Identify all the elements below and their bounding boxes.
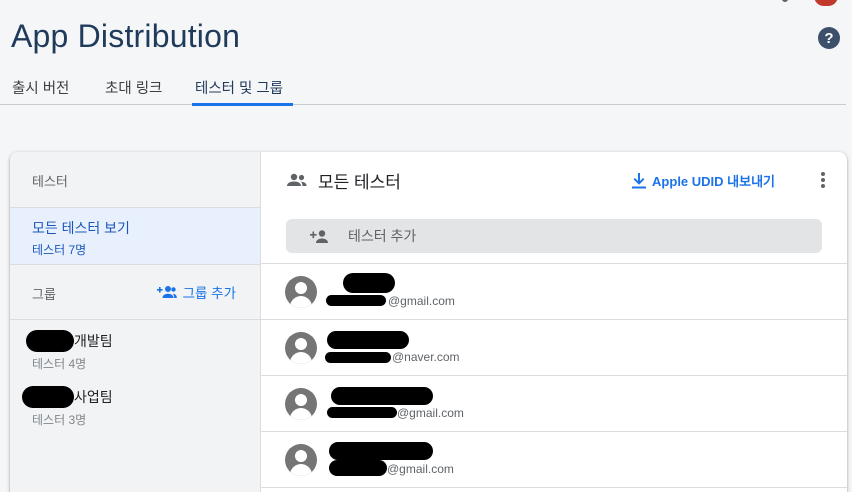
export-udid-label: Apple UDID 내보내기 xyxy=(652,174,775,189)
redaction-mark xyxy=(331,386,433,405)
groups-section-header: 그룹 그룹 추가 xyxy=(10,265,260,320)
tab-bar: 출시 버전 초대 링크 테스터 및 그룹 xyxy=(0,70,846,106)
redaction-mark xyxy=(22,386,74,408)
redaction-mark xyxy=(329,459,387,476)
account-circle-icon xyxy=(285,331,317,364)
top-bar-icon-fragment xyxy=(782,0,788,2)
add-tester-bar: 테스터 추가 xyxy=(261,208,847,264)
all-testers-label: 모든 테스터 보기 xyxy=(32,220,130,236)
redaction-mark xyxy=(327,406,397,418)
person-add-icon xyxy=(310,229,328,243)
redaction-mark xyxy=(329,441,433,460)
tab-invite-links[interactable]: 초대 링크 xyxy=(105,70,195,105)
profile-avatar[interactable] xyxy=(814,0,838,6)
add-tester-placeholder: 테스터 추가 xyxy=(348,228,417,244)
account-circle-icon xyxy=(285,443,317,476)
redaction-mark xyxy=(325,351,391,363)
add-group-label: 그룹 추가 xyxy=(182,286,236,301)
redaction-mark xyxy=(343,272,395,293)
download-icon xyxy=(632,172,647,188)
group-add-icon xyxy=(156,286,177,298)
testers-panel-header: 모든 테스터 Apple UDID 내보내기 xyxy=(261,152,847,208)
all-testers-count: 테스터 7명 xyxy=(32,243,87,257)
group-name: 사업팀 xyxy=(22,386,260,408)
groups-header-label: 그룹 xyxy=(32,287,56,302)
tester-email: @gmail.com xyxy=(387,461,454,476)
tab-testers-groups[interactable]: 테스터 및 그룹 xyxy=(192,70,293,106)
page-title: App Distribution xyxy=(11,18,241,54)
more-vert-icon[interactable] xyxy=(821,172,825,188)
groups-sidebar: 테스터 모든 테스터 보기 테스터 7명 그룹 그룹 추가 개발팀 테스터 4명… xyxy=(10,152,261,492)
account-circle-icon xyxy=(285,275,317,308)
tester-row[interactable]: @gmail.com xyxy=(261,264,847,320)
tester-email: @gmail.com xyxy=(388,293,455,308)
tester-row[interactable]: @naver.com xyxy=(261,320,847,376)
help-icon[interactable]: ? xyxy=(818,27,840,49)
group-name-suffix: 사업팀 xyxy=(74,389,113,405)
group-count: 테스터 4명 xyxy=(32,357,87,371)
tester-row[interactable]: @gmail.com xyxy=(261,432,847,488)
add-tester-input[interactable]: 테스터 추가 xyxy=(286,219,822,253)
account-circle-icon xyxy=(285,387,317,420)
tester-info: @gmail.com xyxy=(323,384,523,424)
tester-info: @gmail.com xyxy=(323,272,523,312)
testers-card: 테스터 모든 테스터 보기 테스터 7명 그룹 그룹 추가 개발팀 테스터 4명… xyxy=(10,152,847,492)
group-icon xyxy=(287,173,307,186)
group-name: 개발팀 xyxy=(26,330,260,352)
group-count: 테스터 3명 xyxy=(32,413,87,427)
tester-info: @gmail.com xyxy=(323,440,523,480)
testers-panel-title: 모든 테스터 xyxy=(318,172,401,192)
all-testers-item[interactable]: 모든 테스터 보기 테스터 7명 xyxy=(10,208,260,265)
tester-info: @naver.com xyxy=(323,328,523,368)
testers-panel: 모든 테스터 Apple UDID 내보내기 테스터 추가 @gmail.com… xyxy=(261,152,847,492)
tester-email: @gmail.com xyxy=(397,405,464,420)
tester-email: @naver.com xyxy=(392,349,460,364)
group-name-suffix: 개발팀 xyxy=(74,333,113,349)
tester-row[interactable]: @gmail.com xyxy=(261,376,847,432)
redaction-mark xyxy=(326,294,386,306)
tab-releases[interactable]: 출시 버전 xyxy=(12,70,105,105)
redaction-mark xyxy=(26,330,74,352)
add-group-button[interactable]: 그룹 추가 xyxy=(155,282,236,302)
group-item[interactable]: 개발팀 테스터 4명 xyxy=(10,320,260,376)
redaction-mark xyxy=(327,330,409,349)
group-item[interactable]: 사업팀 테스터 3명 xyxy=(10,376,260,432)
testers-section-header: 테스터 xyxy=(10,152,260,208)
export-udid-button[interactable]: Apple UDID 내보내기 xyxy=(632,171,775,190)
